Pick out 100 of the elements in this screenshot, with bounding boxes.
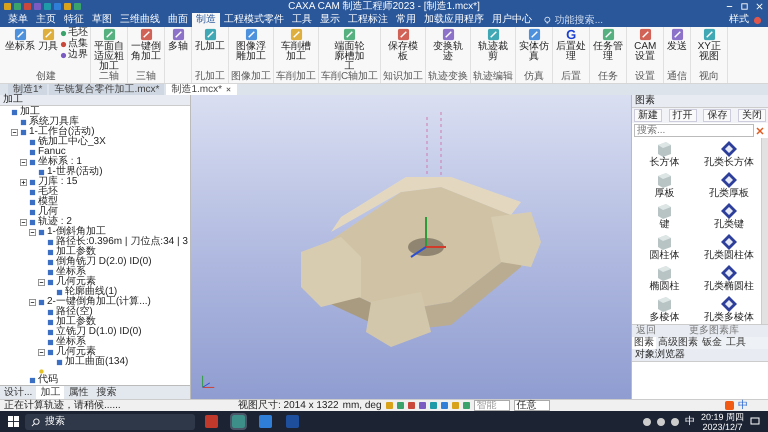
shape-item[interactable]: 孔类厚板 — [696, 171, 761, 200]
panel-tab[interactable]: 钣金 — [700, 337, 724, 349]
ribbon-button[interactable]: 变换轨迹 — [432, 28, 464, 72]
ribbon-button[interactable]: 点集 — [60, 39, 88, 49]
tree-item[interactable]: 路径(空) — [56, 307, 93, 317]
ribbon-button[interactable]: 车削槽加工 — [280, 28, 312, 72]
tree-item[interactable]: 几何元素 — [56, 347, 96, 357]
expander-icon[interactable] — [38, 278, 45, 286]
shape-item[interactable]: 多棱体 — [632, 295, 696, 324]
shape-item[interactable]: 厚板 — [632, 171, 696, 200]
scrollbar[interactable] — [761, 138, 768, 324]
pick-dropdown[interactable]: 任意 — [514, 400, 550, 411]
document-tab[interactable]: 车铣复合零件加工.mcx* — [49, 84, 164, 95]
ribbon-button[interactable]: 发送 — [666, 28, 688, 72]
menu-tab[interactable]: 工程标注 — [344, 13, 392, 27]
close-icon[interactable] — [225, 86, 232, 93]
ribbon-button[interactable]: 毛坯 — [60, 28, 88, 38]
tree-item[interactable]: 2-一键倒角加工(计算...) — [47, 297, 151, 307]
menu-tab[interactable]: 草图 — [88, 13, 116, 27]
menu-tab[interactable]: 主页 — [32, 13, 60, 27]
tree-item[interactable]: 坐标系 : 1 — [38, 157, 82, 167]
shape-item[interactable]: 圆柱体 — [632, 233, 696, 262]
panel-tab[interactable]: 图素 — [632, 337, 656, 349]
panel-button[interactable]: 新建 — [634, 109, 662, 122]
expander-icon[interactable] — [20, 158, 27, 166]
library-button[interactable]: 更多图素库 — [660, 325, 768, 337]
tree-item[interactable]: 坐标系 — [56, 267, 86, 277]
menu-tab[interactable]: 曲面 — [164, 13, 192, 27]
expander-icon[interactable] — [20, 178, 27, 186]
tree-item[interactable]: Fanuc — [38, 147, 66, 157]
shape-item[interactable]: 孔类椭圆柱 — [696, 264, 761, 293]
expander-icon[interactable] — [29, 298, 36, 306]
panel-button[interactable]: 保存 — [703, 109, 732, 122]
ribbon-button[interactable]: 边界 — [60, 50, 88, 60]
panel-tab[interactable]: 高级图素 — [656, 337, 700, 349]
menu-tab[interactable]: 工程模式零件 — [220, 13, 288, 27]
ribbon-button[interactable]: 刀具 — [37, 28, 59, 72]
ribbon-button[interactable]: 坐标系 — [4, 28, 36, 72]
expander-icon[interactable] — [11, 128, 18, 136]
tree-item[interactable]: 加工 — [20, 107, 40, 117]
ribbon-button[interactable]: 保存模板 — [387, 28, 420, 72]
panel-tab[interactable]: 设计... — [0, 386, 36, 399]
shape-item[interactable]: 长方体 — [632, 140, 696, 169]
tree-item[interactable]: 路径长:0.396m | 刀位点:34 | 3 — [56, 237, 188, 247]
tree-item[interactable]: 1-工作台(活动) — [29, 127, 95, 137]
ribbon-button[interactable]: 平面自适应粗加工 — [93, 28, 125, 72]
tree-item[interactable]: 1-倒斜角加工 — [47, 227, 106, 237]
tree-item[interactable]: 加工参数 — [56, 317, 96, 327]
ribbon-button[interactable]: 轨迹裁剪 — [477, 28, 510, 72]
tree-item[interactable]: 铣加工中心_3X — [38, 137, 106, 147]
shape-item[interactable]: 孔类圆柱体 — [696, 233, 761, 262]
ribbon-button[interactable]: 端面轮廓槽加工 — [334, 28, 366, 72]
shape-item[interactable]: 孔类键 — [696, 202, 761, 231]
ribbon-button[interactable]: XY正视图 — [693, 28, 726, 72]
search-field[interactable]: 搜索... — [634, 124, 754, 137]
tree-item[interactable]: 加工参数 — [56, 247, 96, 257]
panel-button[interactable]: 关闭 — [738, 109, 766, 122]
ribbon-button[interactable]: 多轴 — [167, 28, 189, 83]
style-menu[interactable]: 样式 — [725, 13, 753, 27]
tree-item[interactable]: 立铣刀 D(1.0) ID(0) — [56, 327, 142, 337]
tree-item[interactable]: 模型 — [38, 197, 58, 207]
document-tab[interactable]: 制造1.mcx* — [166, 84, 238, 95]
tree-item[interactable]: 倒角铣刀 D(2.0) ID(0) — [56, 257, 152, 267]
menu-tab[interactable]: 常用 — [392, 13, 420, 27]
panel-button[interactable]: 打开 — [668, 109, 697, 122]
ribbon-button[interactable]: 孔加工 — [194, 28, 226, 72]
ribbon-button[interactable]: 实体仿真 — [518, 28, 550, 72]
ribbon-button[interactable]: CAM设置 — [629, 28, 662, 72]
ribbon-button[interactable]: 一键倒角加工 — [130, 28, 162, 72]
panel-tab[interactable]: 工具 — [724, 337, 748, 349]
tree-item[interactable]: 系统刀具库 — [29, 117, 79, 127]
ribbon-button[interactable]: G 后置处理 — [555, 28, 588, 72]
expander-icon[interactable] — [20, 218, 27, 226]
clear-icon[interactable] — [756, 126, 764, 134]
shape-item[interactable]: 键 — [632, 202, 696, 231]
tree-item[interactable]: 轨迹 : 2 — [38, 217, 72, 227]
notification-icon[interactable] — [750, 416, 760, 426]
panel-tab[interactable]: 属性 — [64, 386, 92, 399]
tree-item[interactable]: 几何元素 — [56, 277, 96, 287]
expander-icon[interactable] — [38, 348, 45, 356]
tree-item[interactable]: 代码 — [38, 375, 58, 385]
tree-item[interactable]: 刀库 : 15 — [38, 177, 78, 187]
back-button[interactable]: 返回 — [632, 325, 660, 337]
help-icon[interactable] — [753, 16, 762, 24]
shape-item[interactable]: 孔类长方体 — [696, 140, 761, 169]
panel-tab[interactable]: 加工 — [36, 386, 64, 399]
tree-item[interactable]: 坐标系 — [56, 337, 86, 347]
menu-tab[interactable]: 用户中心 — [488, 13, 536, 27]
menu-tab[interactable]: 三维曲线 — [116, 13, 164, 27]
input-method[interactable]: 中 — [684, 416, 695, 426]
shape-item[interactable]: 孔类多棱体 — [696, 295, 761, 324]
tree-item[interactable]: 毛坯 — [38, 187, 58, 197]
windows-start-icon[interactable] — [8, 416, 19, 427]
taskbar-search-field[interactable]: 搜索 — [25, 414, 195, 430]
ribbon-button[interactable]: 任务管理 — [592, 28, 624, 72]
tree-item[interactable]: 轮廓曲线(1) — [65, 287, 118, 297]
shape-item[interactable]: 椭圆柱 — [632, 264, 696, 293]
expander-icon[interactable] — [29, 228, 36, 236]
panel-tab[interactable]: 搜索 — [92, 386, 120, 399]
tree-item[interactable]: 1-世界(活动) — [47, 167, 103, 177]
